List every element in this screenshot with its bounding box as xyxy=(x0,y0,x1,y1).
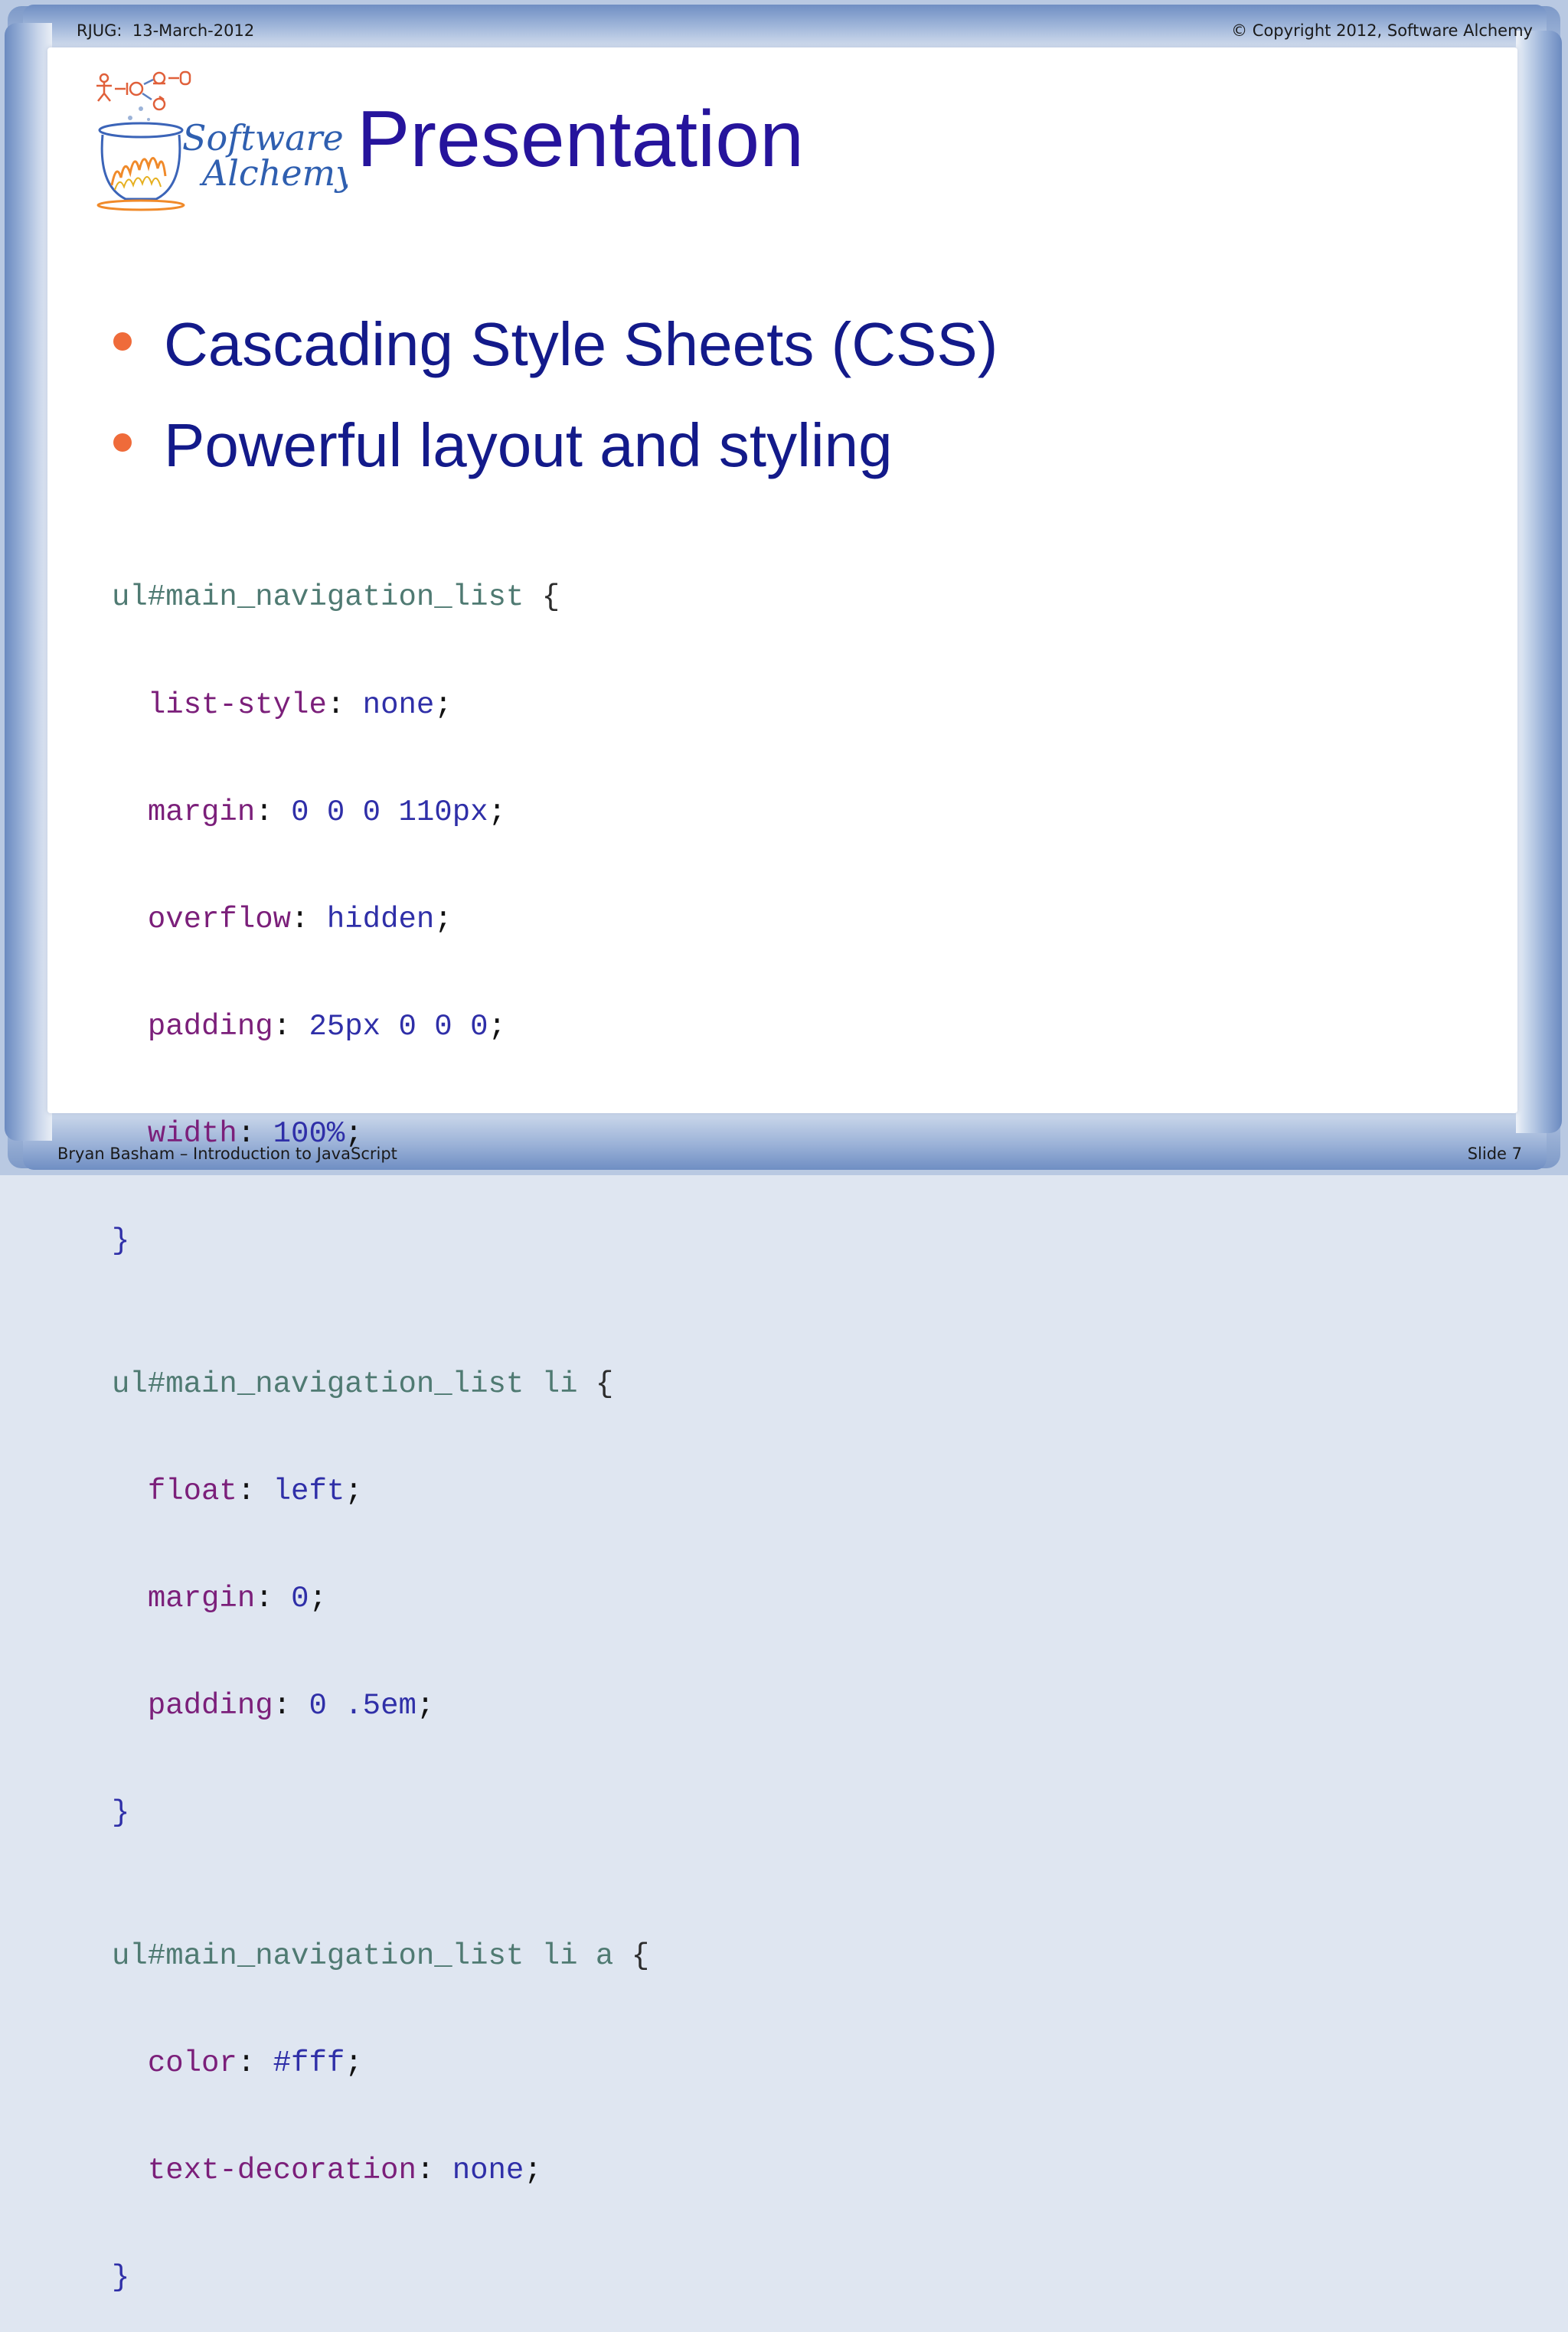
slide-title: Presentation xyxy=(357,95,804,184)
css-property: margin xyxy=(147,795,256,829)
footer-author: Bryan Basham – Introduction to JavaScrip… xyxy=(57,1145,397,1163)
closing-brace: } xyxy=(112,1796,130,1831)
css-value: 0 xyxy=(291,1581,309,1615)
css-value: none xyxy=(452,2154,524,2188)
code-line: text-decoration: none; xyxy=(147,2154,542,2188)
css-code-block: ul#main_navigation_list { list-style: no… xyxy=(112,508,649,2332)
css-selector: ul#main_navigation_list li a xyxy=(112,1938,614,1973)
software-alchemy-logo: Software Alchemy xyxy=(96,70,348,211)
css-value: hidden xyxy=(326,902,435,936)
frame-left xyxy=(5,23,52,1141)
cauldron-icon xyxy=(96,106,185,211)
code-line: list-style: none; xyxy=(147,688,452,722)
css-property: margin xyxy=(147,1581,256,1615)
css-value: 0 .5em xyxy=(309,1689,416,1723)
code-line: ul#main_navigation_list li a { xyxy=(112,1938,650,1973)
code-line: float: left; xyxy=(147,1474,363,1508)
css-value: none xyxy=(362,688,435,722)
code-line: color: #fff; xyxy=(147,2046,363,2081)
css-property: color xyxy=(147,2046,237,2081)
header-copyright: © Copyright 2012, Software Alchemy xyxy=(1231,21,1533,40)
code-line: } xyxy=(112,1223,649,1259)
bullet-text: Cascading Style Sheets (CSS) xyxy=(164,310,998,378)
css-value: left xyxy=(273,1474,345,1508)
css-property: overflow xyxy=(147,902,292,936)
css-value: 25px 0 0 0 xyxy=(309,1009,488,1044)
css-value: 0 0 0 110px xyxy=(291,795,488,829)
bullet-text: Powerful layout and styling xyxy=(164,411,893,479)
css-selector: ul#main_navigation_list xyxy=(112,580,524,615)
css-value: #fff xyxy=(273,2046,345,2081)
bullet-dot-icon xyxy=(113,433,132,452)
code-line: margin: 0 0 0 110px; xyxy=(147,795,506,829)
closing-brace: } xyxy=(112,2261,130,2295)
uml-icons xyxy=(96,70,191,111)
code-line: } xyxy=(112,1795,649,1831)
code-line: ul#main_navigation_list { xyxy=(112,580,560,615)
frame-right xyxy=(1516,31,1562,1133)
css-property: float xyxy=(147,1474,237,1508)
logo-text-alchemy: Alchemy xyxy=(199,152,348,194)
header-date: RJUG: 13-March-2012 xyxy=(77,21,255,40)
css-property: text-decoration xyxy=(147,2154,416,2188)
bullet-list: Cascading Style Sheets (CSS) Powerful la… xyxy=(107,309,1332,511)
code-line: padding: 25px 0 0 0; xyxy=(147,1009,506,1044)
code-line: overflow: hidden; xyxy=(147,902,452,936)
code-line: padding: 0 .5em; xyxy=(147,1689,435,1723)
slide-number: Slide 7 xyxy=(1467,1145,1522,1163)
css-property: padding xyxy=(147,1009,273,1044)
css-property: list-style xyxy=(147,688,327,722)
closing-brace: } xyxy=(112,1223,130,1258)
bullet-dot-icon xyxy=(113,332,132,351)
bullet-item: Powerful layout and styling xyxy=(107,410,1332,511)
css-property: padding xyxy=(147,1689,273,1723)
bullet-item: Cascading Style Sheets (CSS) xyxy=(107,309,1332,410)
code-line: margin: 0; xyxy=(147,1581,327,1615)
code-line: } xyxy=(112,2260,649,2296)
css-selector: ul#main_navigation_list li xyxy=(112,1367,578,1401)
code-line: ul#main_navigation_list li { xyxy=(112,1367,614,1401)
